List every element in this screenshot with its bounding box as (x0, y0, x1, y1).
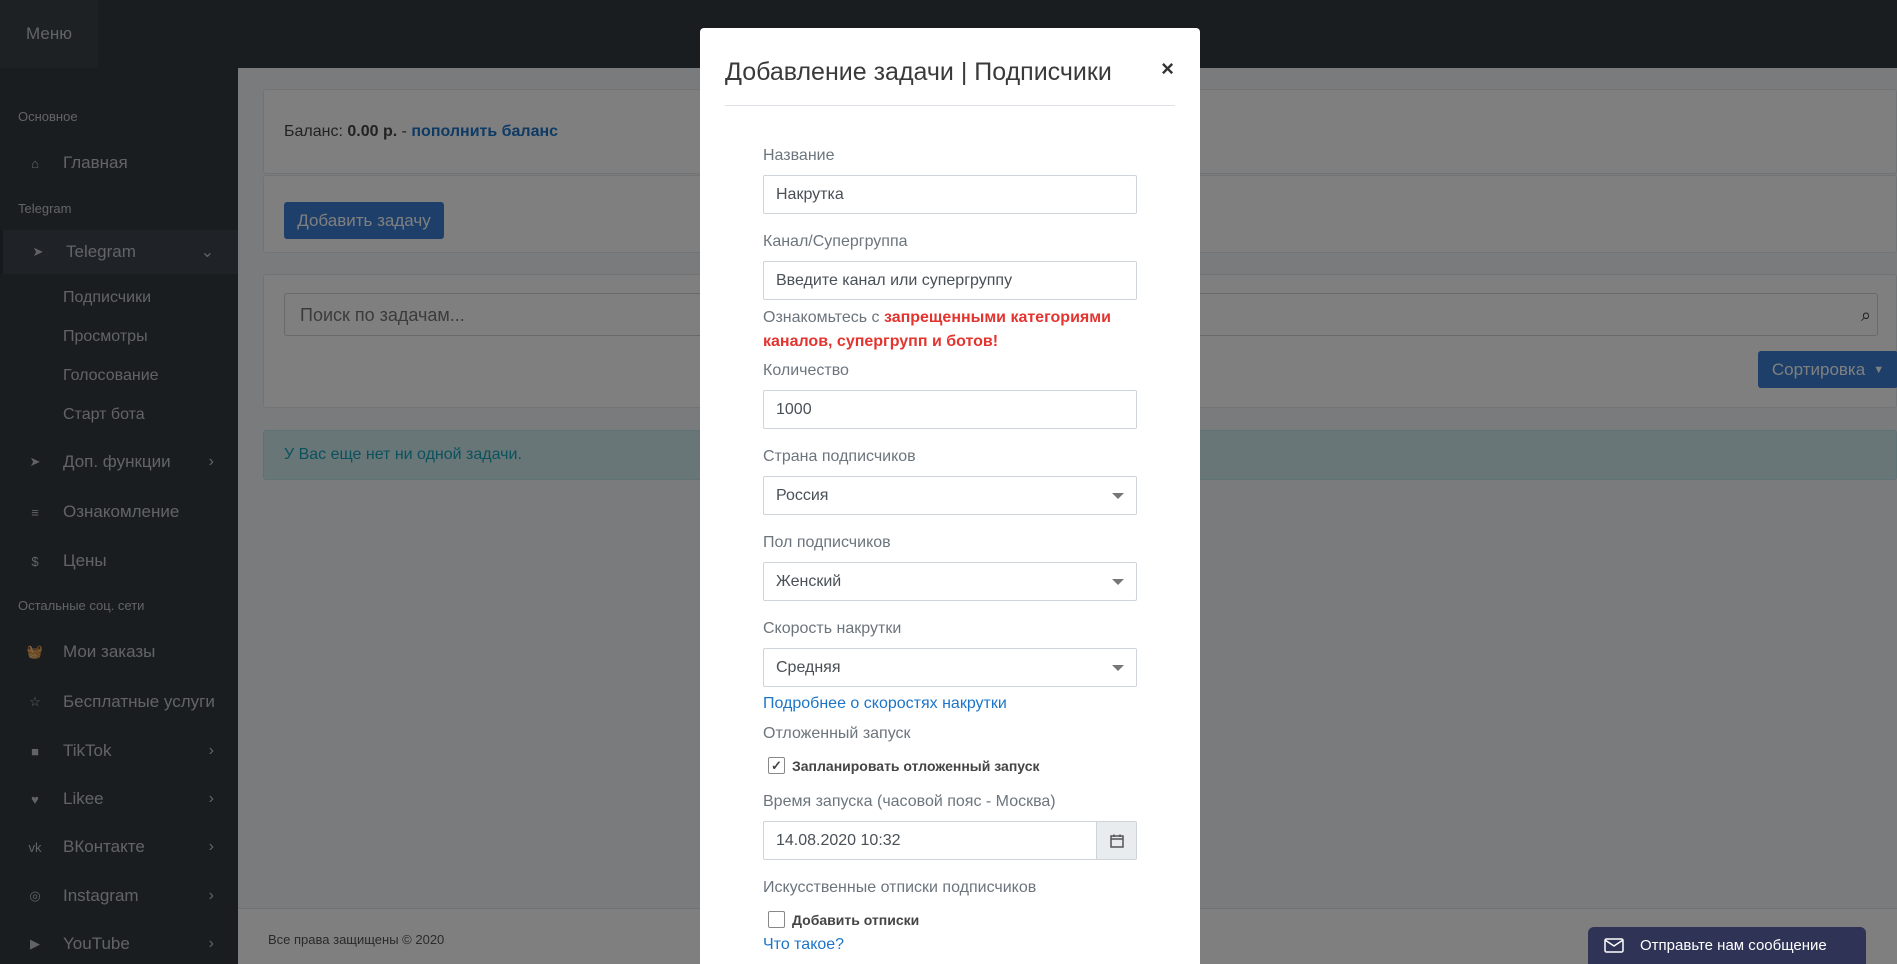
modal-divider (725, 105, 1175, 106)
speed-info-link[interactable]: Подробнее о скоростях накрутки (763, 695, 1007, 713)
delayed-launch-label: Отложенный запуск (763, 725, 911, 742)
unsub-checkbox[interactable]: Добавить отписки (768, 911, 919, 928)
caret-down-icon (1112, 493, 1124, 499)
chat-label: Отправьте нам сообщение (1640, 937, 1827, 954)
calendar-icon[interactable] (1096, 822, 1136, 859)
name-input[interactable]: Накрутка (763, 175, 1137, 214)
name-label: Название (763, 147, 835, 164)
channel-input[interactable]: Введите канал или супергруппу (763, 261, 1137, 300)
launch-time-label: Время запуска (часовой пояс - Москва) (763, 793, 1056, 810)
envelope-icon (1604, 938, 1624, 953)
quantity-input[interactable]: 1000 (763, 390, 1137, 429)
speed-label: Скорость накрутки (763, 620, 902, 637)
forbidden-warning: Ознакомьтесь с запрещенными категориями … (763, 309, 1111, 350)
channel-label: Канал/Супергруппа (763, 233, 908, 250)
country-select[interactable]: Россия (763, 476, 1137, 515)
delayed-launch-checkbox[interactable]: ✓ Запланировать отложенный запуск (768, 757, 1040, 774)
gender-select[interactable]: Женский (763, 562, 1137, 601)
add-task-modal: Добавление задачи | Подписчики × Названи… (700, 28, 1200, 964)
speed-select[interactable]: Средняя (763, 648, 1137, 687)
close-icon[interactable]: × (1161, 56, 1174, 82)
checkbox-empty (768, 911, 785, 928)
launch-time-input[interactable]: 14.08.2020 10:32 (763, 821, 1137, 860)
chat-widget[interactable]: Отправьте нам сообщение (1588, 927, 1866, 964)
quantity-label: Количество (763, 362, 849, 379)
modal-title: Добавление задачи | Подписчики (725, 58, 1112, 86)
gender-label: Пол подписчиков (763, 534, 891, 551)
unsub-label: Искусственные отписки подписчиков (763, 879, 1037, 896)
caret-down-icon (1112, 665, 1124, 671)
caret-down-icon (1112, 579, 1124, 585)
country-label: Страна подписчиков (763, 448, 916, 465)
checkmark-icon: ✓ (768, 757, 785, 774)
what-is-it-link[interactable]: Что такое? (763, 936, 844, 954)
